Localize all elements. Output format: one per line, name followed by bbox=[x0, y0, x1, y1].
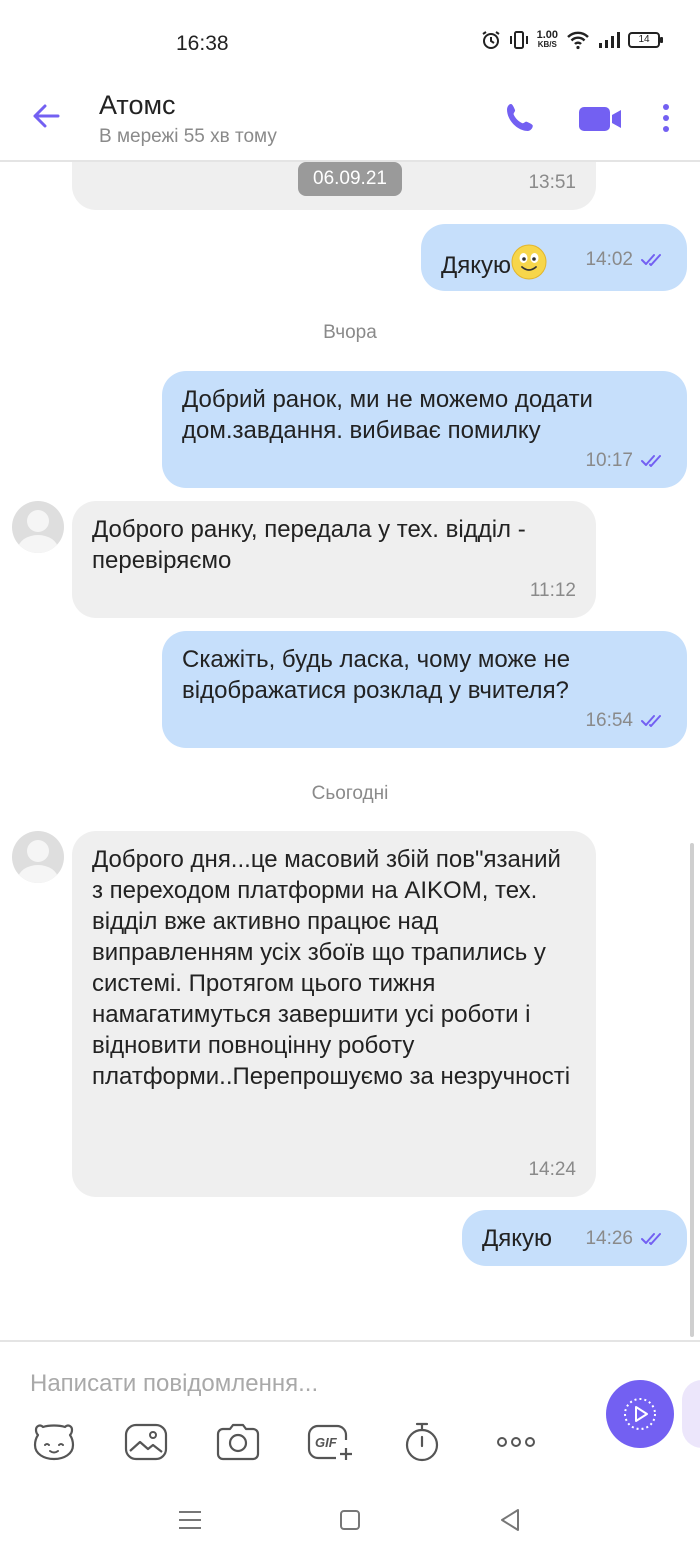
message-meta: 16:54 bbox=[585, 705, 667, 736]
contact-name[interactable]: Атомс bbox=[99, 90, 176, 121]
status-icons: 1.00 KB/S 14 bbox=[481, 29, 663, 50]
chat-header: Атомс В мережі 55 хв тому bbox=[0, 80, 700, 162]
message-time: 14:02 bbox=[585, 249, 633, 270]
message-outgoing[interactable]: Дякую 14:26 bbox=[462, 1210, 687, 1266]
partial-action-button[interactable] bbox=[682, 1380, 700, 1448]
read-ticks-icon bbox=[641, 253, 661, 266]
signal-icon bbox=[599, 32, 620, 48]
timer-icon[interactable] bbox=[398, 1420, 446, 1464]
message-outgoing[interactable]: Скажіть, будь ласка, чому може не відобр… bbox=[162, 631, 687, 748]
message-list[interactable]: 13:51 Дякую 14:02 Вчора Добрий ранок, ми… bbox=[0, 162, 700, 1340]
home-nav-icon[interactable] bbox=[336, 1506, 364, 1534]
message-outgoing[interactable]: Добрий ранок, ми не можемо додати дом.за… bbox=[162, 371, 687, 488]
contact-last-seen: В мережі 55 хв тому bbox=[99, 126, 277, 147]
floating-date-badge: 06.09.21 bbox=[298, 162, 402, 196]
smiley-emoji-icon bbox=[511, 244, 547, 280]
message-meta: 14:24 bbox=[528, 1154, 576, 1185]
battery-indicator: 14 bbox=[628, 32, 663, 48]
message-time: 14:26 bbox=[585, 1228, 633, 1249]
sticker-icon[interactable] bbox=[30, 1420, 78, 1464]
message-text: Добрий ранок, ми не можемо додати дом.за… bbox=[182, 386, 593, 444]
camera-icon[interactable] bbox=[214, 1420, 262, 1464]
message-time: 14:24 bbox=[528, 1159, 576, 1180]
read-ticks-icon bbox=[641, 454, 661, 467]
date-separator: Вчора bbox=[323, 322, 377, 343]
net-speed: 1.00 KB/S bbox=[536, 29, 558, 50]
send-voice-icon bbox=[624, 1398, 656, 1430]
svg-text:GIF: GIF bbox=[315, 1435, 338, 1450]
more-horizontal-icon[interactable] bbox=[492, 1420, 540, 1464]
message-meta: 11:12 bbox=[530, 575, 576, 606]
message-text: Скажіть, будь ласка, чому може не відобр… bbox=[182, 646, 571, 704]
more-vertical-icon[interactable] bbox=[654, 98, 678, 138]
status-time: 16:38 bbox=[176, 32, 229, 55]
message-text: Доброго дня...це масовий збій пов"язаний… bbox=[92, 846, 571, 1090]
message-meta: 13:51 bbox=[528, 167, 576, 198]
back-nav-icon[interactable] bbox=[496, 1506, 524, 1534]
avatar[interactable] bbox=[12, 501, 64, 553]
read-ticks-icon bbox=[641, 714, 661, 727]
message-composer: GIF bbox=[0, 1340, 700, 1480]
message-input[interactable] bbox=[30, 1364, 590, 1404]
alarm-icon bbox=[482, 31, 500, 49]
wifi-icon bbox=[567, 31, 589, 50]
avatar[interactable] bbox=[12, 831, 64, 883]
date-separator: Сьогодні bbox=[311, 783, 389, 804]
send-voice-button[interactable] bbox=[606, 1380, 674, 1448]
gallery-icon[interactable] bbox=[122, 1420, 170, 1464]
system-nav-bar bbox=[0, 1480, 700, 1556]
message-meta: 10:17 bbox=[585, 445, 667, 476]
menu-nav-icon[interactable] bbox=[176, 1506, 204, 1534]
back-arrow-icon[interactable] bbox=[28, 98, 64, 134]
message-meta: 14:02 bbox=[585, 244, 667, 275]
message-meta: 14:26 bbox=[585, 1223, 667, 1254]
message-incoming[interactable]: Доброго ранку, передала у тех. відділ - … bbox=[72, 501, 596, 618]
status-bar: 16:38 1.00 KB/S 14 bbox=[0, 0, 700, 80]
message-text: Доброго ранку, передала у тех. відділ - … bbox=[92, 516, 526, 574]
message-time: 13:51 bbox=[528, 172, 576, 193]
phone-icon[interactable] bbox=[500, 98, 540, 138]
message-incoming[interactable]: Доброго дня...це масовий збій пов"язаний… bbox=[72, 831, 596, 1197]
vibrate-icon bbox=[509, 31, 528, 49]
gif-icon[interactable]: GIF bbox=[306, 1420, 354, 1464]
message-time: 16:54 bbox=[585, 710, 633, 731]
message-time: 11:12 bbox=[529, 580, 576, 601]
scrollbar[interactable] bbox=[690, 843, 694, 1337]
message-time: 10:17 bbox=[585, 450, 633, 471]
message-outgoing[interactable]: Дякую 14:02 bbox=[421, 224, 687, 291]
read-ticks-icon bbox=[641, 1232, 661, 1245]
video-camera-icon[interactable] bbox=[576, 98, 624, 138]
